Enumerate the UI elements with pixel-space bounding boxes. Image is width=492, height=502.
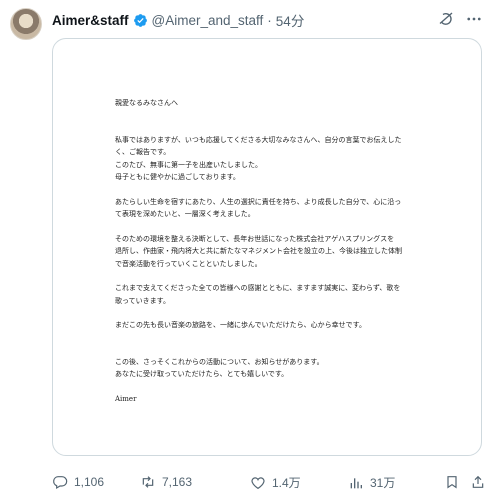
letter-signature: Aimer [115, 394, 137, 403]
letter-line: この後、さっそくこれからの活動について、お知らせがあります。 [115, 357, 324, 366]
tweet-header: Aimer&staff @Aimer_and_staff · 54分 [10, 6, 485, 42]
display-name[interactable]: Aimer&staff [52, 13, 129, 28]
like-count: 1.4万 [272, 476, 301, 490]
more-options-icon[interactable] [465, 10, 483, 28]
letter-line: 私事ではありますが、いつも応援してくださる大切なみなさんへ、自分の言葉でお伝えし… [115, 135, 402, 144]
letter-line: そのための環境を整える決断として、長年お世話になった株式会社アゲハスプリングスを [115, 234, 395, 243]
letter-line: で音楽活動を行っていくことといたしました。 [115, 259, 262, 268]
letter-line: これまで支えてくださった全ての皆様への感謝とともに、ますます誠実に、変わらず、歌… [115, 284, 401, 292]
bookmark-button[interactable] [444, 474, 460, 490]
repost-icon [142, 476, 154, 488]
author-row: Aimer&staff @Aimer_and_staff · 54分 [52, 10, 304, 30]
views-button[interactable]: 31万 [348, 474, 395, 491]
views-count: 31万 [370, 476, 396, 490]
letter-line: 母子ともに健やかに過ごしております。 [115, 173, 240, 181]
letter-line: このたび、無事に第一子を出産いたしました。 [115, 160, 262, 169]
attached-image[interactable]: 親愛なるみなさんへ 私事ではありますが、いつも応援してくださる大切なみなさんへ、… [52, 38, 482, 456]
letter-line: あなたに受け取っていただけたら、とても嬉しいです。 [115, 370, 289, 378]
grok-icon[interactable] [437, 10, 455, 28]
heart-icon [251, 476, 265, 489]
letter-greeting: 親愛なるみなさんへ [115, 99, 178, 107]
timestamp[interactable]: 54分 [276, 10, 305, 30]
letter-line: まだこの先も長い音楽の旅路を、一緒に歩んでいただけたら、心から幸せです。 [115, 321, 366, 329]
letter-line: 歌っていきます。 [115, 296, 170, 305]
bookmark-icon [447, 476, 457, 489]
reply-button[interactable]: 1,106 [52, 474, 104, 490]
letter-line: く、ご報告です。 [115, 148, 171, 156]
views-chart-icon [350, 477, 362, 488]
share-button[interactable] [470, 474, 486, 490]
repost-count: 7,163 [162, 475, 193, 489]
verified-badge-icon [133, 13, 147, 27]
letter-line: て表現を深めたいと、一層深く考えました。 [115, 210, 255, 218]
separator-dot: · [267, 12, 272, 28]
reply-count: 1,106 [74, 475, 105, 489]
letter-text: 親愛なるみなさんへ 私事ではありますが、いつも応援してくださる大切なみなさんへ、… [115, 97, 415, 417]
share-icon [472, 475, 484, 488]
reply-icon [53, 476, 68, 490]
action-bar: 1,106 7,163 1.4万 31万 [52, 474, 484, 496]
like-button[interactable]: 1.4万 [250, 474, 301, 491]
letter-line: 退所し、作曲家・飛内将大と共に新たなマネジメント会社を設立の上、今後は独立した体… [115, 247, 402, 255]
letter-line: あたらしい生命を宿すにあたり、人生の選択に責任を持ち、より成長した自分で、心に沿… [115, 197, 402, 206]
repost-button[interactable]: 7,163 [140, 474, 192, 490]
avatar[interactable] [10, 8, 42, 40]
handle[interactable]: @Aimer_and_staff [152, 13, 264, 28]
